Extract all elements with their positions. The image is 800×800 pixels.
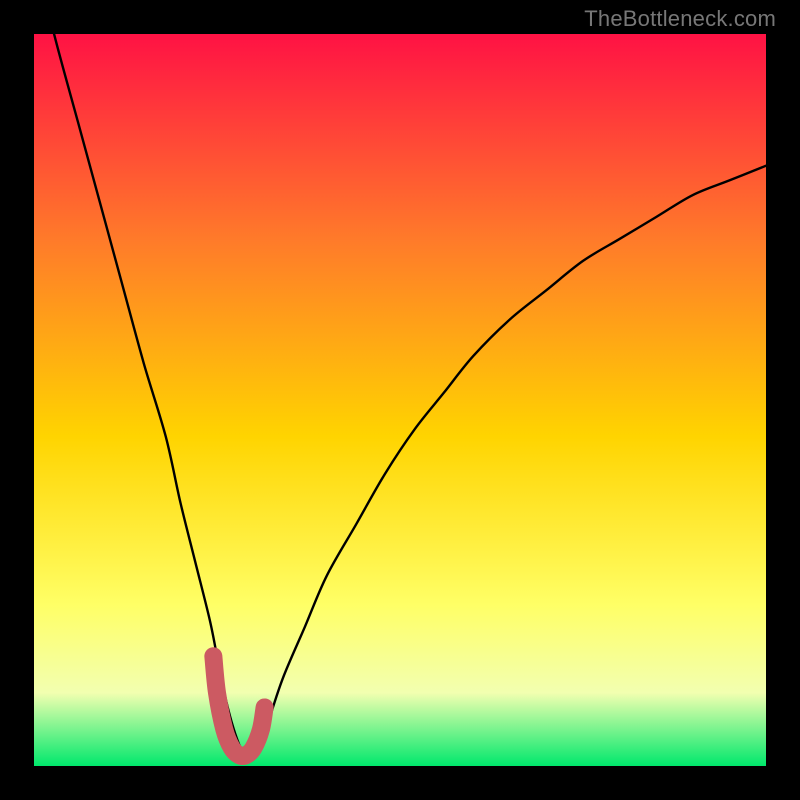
plot-area <box>34 34 766 766</box>
gradient-bg <box>34 34 766 766</box>
bottleneck-chart <box>34 34 766 766</box>
watermark-text: TheBottleneck.com <box>584 6 776 32</box>
outer-frame: TheBottleneck.com <box>0 0 800 800</box>
